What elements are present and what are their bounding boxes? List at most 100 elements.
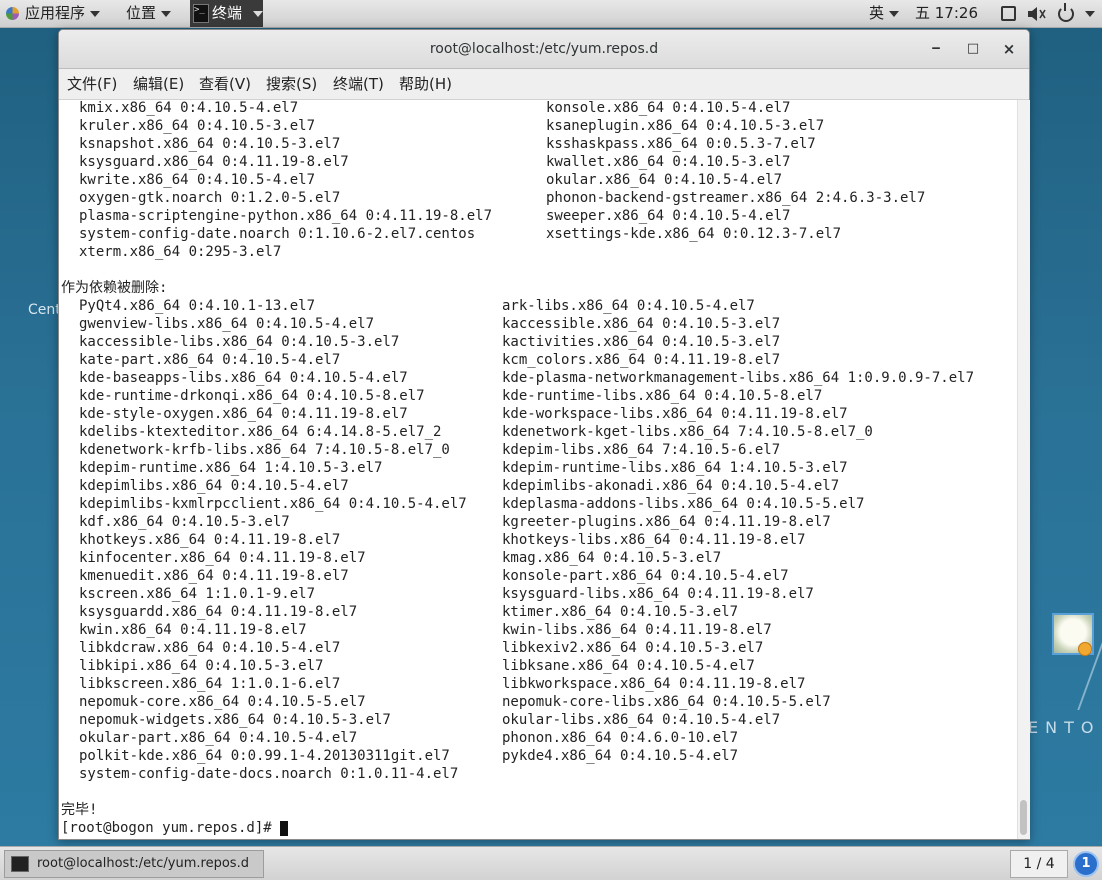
dependency-entry: kmenuedit.x86_64 0:4.11.19-8.el7 — [79, 568, 349, 584]
dependency-entry: kdenetwork-kget-libs.x86_64 7:4.10.5-8.e… — [502, 424, 873, 440]
chevron-down-icon — [161, 10, 172, 17]
dependency-entry: kgreeter-plugins.x86_64 0:4.11.19-8.el7 — [502, 514, 831, 530]
dependency-entry: ktimer.x86_64 0:4.10.5-3.el7 — [502, 604, 739, 620]
dependency-entry: kwin-libs.x86_64 0:4.11.19-8.el7 — [502, 622, 772, 638]
top-panel: 应用程序 位置 >_ 终端 英 五 17:26 — [0, 0, 1102, 28]
dependency-entry: kdepimlibs-akonadi.x86_64 0:4.10.5-4.el7 — [502, 478, 840, 494]
notification-badge[interactable]: 1 — [1073, 851, 1099, 877]
clock-label: 五 17:26 — [915, 4, 978, 22]
dependency-entry: libkscreen.x86_64 1:1.0.1-6.el7 — [79, 676, 341, 692]
dependency-entry: okular-part.x86_64 0:4.10.5-4.el7 — [79, 730, 358, 746]
chevron-down-icon — [90, 10, 101, 17]
dependency-entry: kcm_colors.x86_64 0:4.11.19-8.el7 — [502, 352, 781, 368]
chevron-down-icon — [889, 10, 900, 17]
taskbar-terminal-window[interactable]: root@localhost:/etc/yum.repos.d — [4, 850, 264, 878]
dependency-entry: kaccessible-libs.x86_64 0:4.10.5-3.el7 — [79, 334, 400, 350]
package-entry: kmix.x86_64 0:4.10.5-4.el7 — [79, 100, 299, 116]
maximize-button[interactable]: □ — [964, 40, 982, 58]
bottom-panel: root@localhost:/etc/yum.repos.d 1 / 4 1 — [0, 846, 1102, 880]
input-method-label: 英 — [869, 4, 885, 22]
menu-edit[interactable]: 编辑(E) — [133, 69, 184, 99]
terminal-scrollbar[interactable] — [1017, 100, 1030, 839]
dependency-entry: kde-style-oxygen.x86_64 0:4.11.19-8.el7 — [79, 406, 408, 422]
applications-label: 应用程序 — [25, 4, 86, 22]
dependency-entry: polkit-kde.x86_64 0:0.99.1-4.20130311git… — [79, 748, 450, 764]
package-entry: oxygen-gtk.noarch 0:1.2.0-5.el7 — [79, 190, 341, 206]
dependency-entry: kde-plasma-networkmanagement-libs.x86_64… — [502, 370, 975, 386]
package-entry: ksaneplugin.x86_64 0:4.10.5-3.el7 — [546, 118, 825, 134]
dependency-entry: kdelibs-ktexteditor.x86_64 6:4.14.8-5.el… — [79, 424, 442, 440]
menu-help[interactable]: 帮助(H) — [399, 69, 452, 99]
scrollbar-thumb[interactable] — [1020, 800, 1027, 835]
package-entry: kwrite.x86_64 0:4.10.5-4.el7 — [79, 172, 316, 188]
desktop-icon-badge — [1078, 642, 1092, 656]
dependency-entry: libkdcraw.x86_64 0:4.10.5-4.el7 — [79, 640, 341, 656]
menu-file[interactable]: 文件(F) — [67, 69, 117, 99]
dependency-entry: kaccessible.x86_64 0:4.10.5-3.el7 — [502, 316, 781, 332]
minimize-button[interactable]: ‒ — [927, 40, 945, 58]
dependency-entry: libkipi.x86_64 0:4.10.5-3.el7 — [79, 658, 324, 674]
chevron-down-icon — [1085, 10, 1095, 17]
dependency-entry: system-config-date-docs.noarch 0:1.0.11-… — [79, 766, 459, 782]
window-overview-icon[interactable] — [1001, 0, 1016, 27]
places-menu[interactable]: 位置 — [126, 0, 172, 27]
dependency-entry: okular-libs.x86_64 0:4.10.5-4.el7 — [502, 712, 781, 728]
terminal-output[interactable]: kmix.x86_64 0:4.10.5-4.el7 konsole.x86_64… — [59, 100, 1017, 839]
menu-search[interactable]: 搜索(S) — [266, 69, 317, 99]
package-entry: system-config-date.noarch 0:1.10.6-2.el7… — [79, 226, 476, 242]
package-entry: konsole.x86_64 0:4.10.5-4.el7 — [546, 100, 791, 116]
package-entry: sweeper.x86_64 0:4.10.5-4.el7 — [546, 208, 791, 224]
completion-message: 完毕! — [61, 802, 98, 818]
dependency-entry: libkworkspace.x86_64 0:4.11.19-8.el7 — [502, 676, 806, 692]
dependency-entry: kdepimlibs-kxmlrpcclient.x86_64 0:4.10.5… — [79, 496, 467, 512]
dependency-entry: khotkeys-libs.x86_64 0:4.11.19-8.el7 — [502, 532, 806, 548]
window-title: root@localhost:/etc/yum.repos.d — [429, 41, 659, 57]
power-icon[interactable] — [1058, 0, 1074, 27]
clock[interactable]: 五 17:26 — [915, 0, 978, 27]
dependency-entry: PyQt4.x86_64 0:4.10.1-13.el7 — [79, 298, 316, 314]
package-entry: ksysguard.x86_64 0:4.11.19-8.el7 — [79, 154, 349, 170]
dependency-entry: kde-runtime-drkonqi.x86_64 0:4.10.5-8.el… — [79, 388, 425, 404]
applications-icon — [6, 7, 19, 20]
workspace-switcher[interactable]: 1 / 4 — [1010, 850, 1068, 878]
window-titlebar[interactable]: root@localhost:/etc/yum.repos.d ‒ □ × — [59, 30, 1029, 69]
terminal-app-menu[interactable]: >_ 终端 — [190, 0, 263, 27]
dependency-entry: konsole-part.x86_64 0:4.10.5-4.el7 — [502, 568, 789, 584]
close-button[interactable]: × — [1000, 40, 1018, 58]
package-entry: xsettings-kde.x86_64 0:0.12.3-7.el7 — [546, 226, 842, 242]
dependency-entry: kdepim-libs.x86_64 7:4.10.5-6.el7 — [502, 442, 781, 458]
shell-prompt[interactable]: [root@bogon yum.repos.d]# — [61, 819, 289, 837]
dependency-entry: libksane.x86_64 0:4.10.5-4.el7 — [502, 658, 755, 674]
package-entry: phonon-backend-gstreamer.x86_64 2:4.6.3-… — [546, 190, 926, 206]
package-entry: okular.x86_64 0:4.10.5-4.el7 — [546, 172, 783, 188]
dependency-entry: kdepim-runtime-libs.x86_64 1:4.10.5-3.el… — [502, 460, 848, 476]
dependency-entry: nepomuk-core.x86_64 0:4.10.5-5.el7 — [79, 694, 366, 710]
package-entry: plasma-scriptengine-python.x86_64 0:4.11… — [79, 208, 493, 224]
applications-menu[interactable]: 应用程序 — [6, 0, 101, 27]
dependency-entry: ark-libs.x86_64 0:4.10.5-4.el7 — [502, 298, 755, 314]
dependency-entry: gwenview-libs.x86_64 0:4.10.5-4.el7 — [79, 316, 375, 332]
dependency-entry: nepomuk-core-libs.x86_64 0:4.10.5-5.el7 — [502, 694, 831, 710]
dependency-entry: kde-baseapps-libs.x86_64 0:4.10.5-4.el7 — [79, 370, 408, 386]
system-menu-arrow[interactable] — [1080, 0, 1095, 27]
chevron-down-icon — [253, 11, 263, 17]
dependency-entry: kdenetwork-krfb-libs.x86_64 7:4.10.5-8.e… — [79, 442, 450, 458]
menu-bar: 文件(F) 编辑(E) 查看(V) 搜索(S) 终端(T) 帮助(H) — [59, 69, 1029, 100]
dependency-entry: kdf.x86_64 0:4.10.5-3.el7 — [79, 514, 290, 530]
dependency-entry: phonon.x86_64 0:4.6.0-10.el7 — [502, 730, 739, 746]
terminal-app-label: 终端 — [212, 4, 243, 22]
dependency-entry: kscreen.x86_64 1:1.0.1-9.el7 — [79, 586, 316, 602]
taskbar-window-label: root@localhost:/etc/yum.repos.d — [37, 856, 249, 871]
prompt-text: [root@bogon yum.repos.d]# — [61, 820, 281, 836]
input-method-menu[interactable]: 英 — [869, 0, 900, 27]
dependency-entry: kdepim-runtime.x86_64 1:4.10.5-3.el7 — [79, 460, 383, 476]
dependency-entry: nepomuk-widgets.x86_64 0:4.10.5-3.el7 — [79, 712, 391, 728]
menu-view[interactable]: 查看(V) — [199, 69, 251, 99]
desktop-icon-label[interactable]: Cent — [28, 302, 61, 318]
dependency-entry: ksysguardd.x86_64 0:4.11.19-8.el7 — [79, 604, 358, 620]
terminal-icon — [11, 856, 29, 872]
dependency-entry: kwin.x86_64 0:4.11.19-8.el7 — [79, 622, 307, 638]
menu-terminal[interactable]: 终端(T) — [333, 69, 384, 99]
package-entry: kruler.x86_64 0:4.10.5-3.el7 — [79, 118, 316, 134]
volume-icon[interactable] — [1027, 0, 1047, 27]
